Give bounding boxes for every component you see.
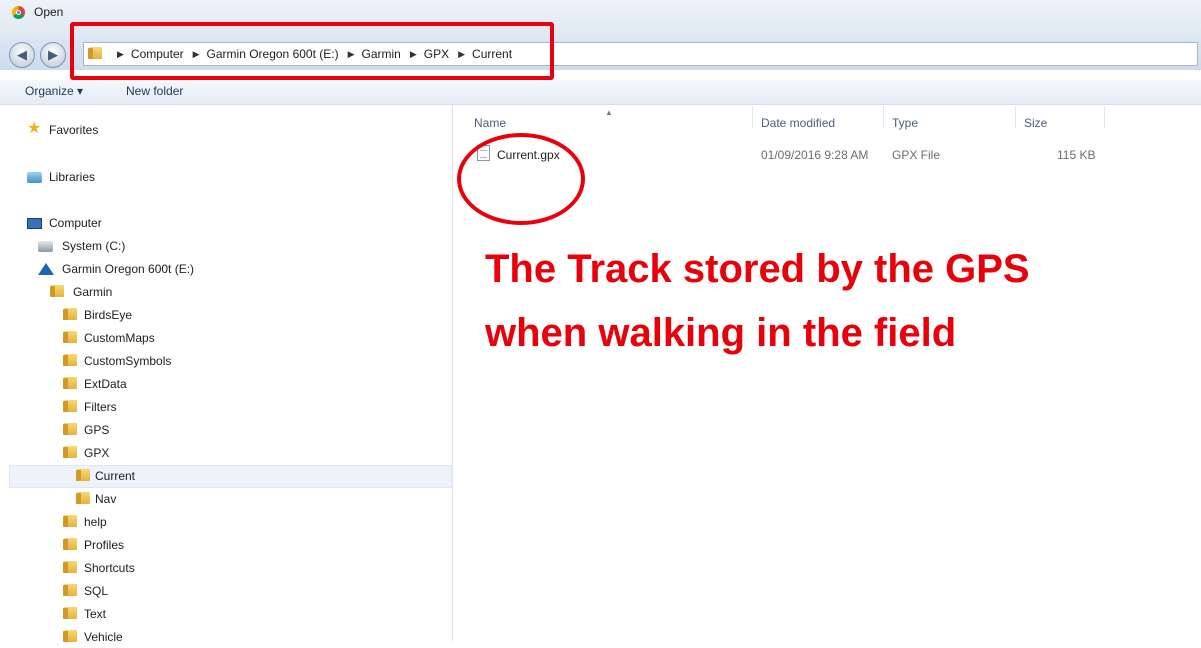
chrome-icon bbox=[12, 6, 25, 19]
sidebar-item-label: Nav bbox=[95, 492, 117, 506]
organize-button[interactable]: Organize ▾ bbox=[25, 84, 83, 98]
command-bar: Organize ▾ New folder bbox=[0, 80, 1201, 105]
back-arrow-icon: ◀ bbox=[17, 47, 27, 62]
column-header-date-modified[interactable]: Date modified bbox=[761, 116, 835, 130]
column-header-size[interactable]: Size bbox=[1024, 116, 1047, 130]
sidebar-item-label: Shortcuts bbox=[84, 561, 135, 575]
sidebar-item-label: ExtData bbox=[84, 377, 127, 391]
column-divider[interactable] bbox=[1104, 106, 1105, 128]
sidebar-item-label: BirdsEye bbox=[84, 308, 133, 322]
forward-button[interactable]: ▶ bbox=[40, 42, 66, 68]
forward-arrow-icon: ▶ bbox=[48, 47, 58, 62]
sidebar-item-label: Favorites bbox=[49, 123, 99, 137]
sidebar-item-label: Computer bbox=[49, 216, 102, 230]
sidebar-item-label: CustomMaps bbox=[84, 331, 155, 345]
drive-icon bbox=[38, 241, 53, 252]
folder-icon bbox=[63, 308, 77, 320]
folder-icon bbox=[50, 285, 64, 297]
file-size: 115 KB bbox=[1057, 148, 1096, 162]
folder-icon bbox=[76, 492, 90, 504]
sidebar-item-label: help bbox=[84, 515, 107, 529]
annotation-ellipse bbox=[457, 133, 585, 225]
column-header-name[interactable]: Name bbox=[474, 116, 506, 130]
annotation-rectangle bbox=[70, 22, 554, 80]
folder-icon bbox=[63, 423, 77, 435]
file-type: GPX File bbox=[892, 148, 941, 162]
sidebar-item-label: Current bbox=[95, 469, 136, 483]
folder-icon bbox=[63, 400, 77, 412]
sidebar-item-label: Filters bbox=[84, 400, 117, 414]
annotation-text-line2: when walking in the field bbox=[485, 311, 957, 355]
folder-icon bbox=[63, 584, 77, 596]
folder-icon bbox=[63, 561, 77, 573]
sidebar-item-label: Text bbox=[84, 607, 107, 621]
folder-icon bbox=[63, 538, 77, 550]
sort-arrow-icon: ▲ bbox=[605, 108, 613, 117]
column-header-type[interactable]: Type bbox=[892, 116, 918, 130]
sidebar-item-label: System (C:) bbox=[62, 239, 126, 253]
sidebar-item-label: SQL bbox=[84, 584, 109, 598]
column-divider[interactable] bbox=[1015, 106, 1016, 128]
back-button[interactable]: ◀ bbox=[9, 42, 35, 68]
sidebar-item-label: GPS bbox=[84, 423, 110, 437]
folder-icon bbox=[63, 377, 77, 389]
folder-icon bbox=[63, 607, 77, 619]
folder-icon bbox=[63, 630, 77, 642]
garmin-drive-icon bbox=[38, 263, 54, 275]
folder-icon bbox=[63, 331, 77, 343]
file-date-modified: 01/09/2016 9:28 AM bbox=[761, 148, 869, 162]
sidebar-item-label: Profiles bbox=[84, 538, 125, 552]
column-divider[interactable] bbox=[883, 106, 884, 128]
folder-icon bbox=[63, 446, 77, 458]
pane-divider[interactable] bbox=[452, 105, 453, 641]
sidebar-item-label: GPX bbox=[84, 446, 110, 460]
sidebar-item-label: CustomSymbols bbox=[84, 354, 172, 368]
sidebar-item-label: Garmin Oregon 600t (E:) bbox=[62, 262, 195, 276]
folder-icon bbox=[76, 469, 90, 481]
window-title: Open bbox=[34, 5, 64, 19]
sidebar-item-label: Libraries bbox=[49, 170, 96, 184]
library-icon bbox=[27, 172, 42, 183]
folder-icon bbox=[63, 515, 77, 527]
sidebar-item-label: Vehicle bbox=[84, 630, 123, 644]
new-folder-button[interactable]: New folder bbox=[126, 84, 183, 98]
folder-icon bbox=[63, 354, 77, 366]
star-icon: ★ bbox=[27, 120, 42, 137]
sidebar-item-label: Garmin bbox=[73, 285, 113, 299]
computer-icon bbox=[27, 218, 42, 229]
column-divider[interactable] bbox=[752, 106, 753, 128]
annotation-text-line1: The Track stored by the GPS bbox=[485, 247, 1030, 291]
